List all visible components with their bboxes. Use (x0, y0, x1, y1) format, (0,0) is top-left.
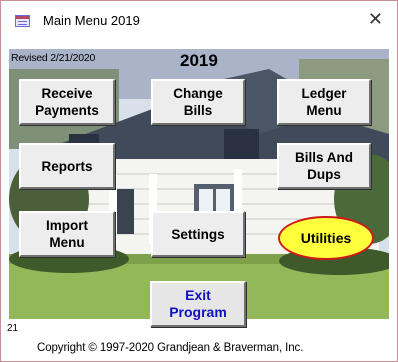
exit-program-label: Exit Program (169, 287, 227, 320)
settings-label: Settings (171, 226, 225, 242)
copyright-notice: Copyright © 1997-2020 Grandjean & Braver… (37, 342, 304, 354)
main-menu-window: Main Menu 2019 ✕ Revised 2/21/2020 2019 … (0, 0, 398, 362)
reports-label: Reports (41, 158, 93, 174)
exit-program-button[interactable]: Exit Program (150, 281, 246, 327)
utilities-label: Utilities (300, 229, 352, 246)
window-title: Main Menu 2019 (43, 13, 140, 28)
ledger-menu-button[interactable]: Ledger Menu (277, 79, 371, 125)
title-bar: Main Menu 2019 ✕ (1, 1, 397, 39)
ledger-menu-label: Ledger Menu (301, 86, 347, 118)
change-bills-label: Change Bills (173, 86, 223, 118)
change-bills-button[interactable]: Change Bills (151, 79, 245, 125)
import-menu-button[interactable]: Import Menu (19, 211, 115, 257)
import-menu-label: Import Menu (46, 218, 88, 250)
revised-date-label: Revised 2/21/2020 (11, 52, 96, 64)
reports-button[interactable]: Reports (19, 143, 115, 189)
form-window-icon (15, 15, 30, 27)
version-number: 21 (7, 323, 19, 334)
settings-button[interactable]: Settings (151, 211, 245, 257)
receive-payments-button[interactable]: Receive Payments (19, 79, 115, 125)
menu-year-label: 2019 (180, 51, 218, 70)
utilities-button[interactable]: Utilities (278, 216, 374, 260)
bills-and-dups-button[interactable]: Bills And Dups (277, 143, 371, 189)
menu-form: Revised 2/21/2020 2019 Receive Payments … (7, 43, 393, 362)
receive-payments-label: Receive Payments (35, 86, 99, 118)
bills-and-dups-label: Bills And Dups (294, 150, 353, 182)
close-icon[interactable]: ✕ (368, 10, 383, 28)
